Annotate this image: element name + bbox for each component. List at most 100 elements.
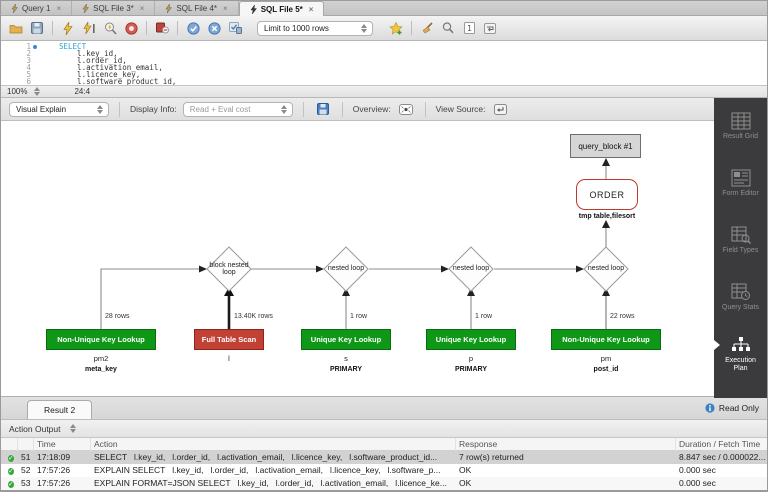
action-output-row[interactable]: ✓ 53 17:57:26 EXPLAIN FORMAT=JSON SELECT… [1,477,768,490]
table-key: post_id [594,366,619,373]
execute-statement-icon[interactable] [80,20,98,37]
table-node-pm2[interactable]: Non-Unique Key Lookup [46,329,156,350]
tab-sql-file-4[interactable]: SQL File 4* × [155,1,238,15]
word-wrap-icon[interactable] [481,20,499,37]
sidebar-item-execution-plan[interactable]: Execution Plan [714,326,767,383]
action-output-title: Action Output [9,424,61,434]
toolbar-separator [425,102,426,117]
col-id [18,438,34,451]
query-stats-icon [731,283,751,301]
order-node[interactable]: ORDER [576,179,638,210]
save-explain-icon[interactable] [314,101,332,117]
success-icon: ✓ [8,481,14,488]
action-output-select-icon[interactable] [69,423,78,434]
invisible-characters-icon[interactable]: 1 [460,20,478,37]
view-source-label: View Source: [436,104,486,114]
action-output-header: Time Action Response Duration / Fetch Ti… [1,438,768,451]
info-icon [705,403,715,413]
action-output-bar: Action Output [1,420,768,438]
explain-mode-select[interactable]: Visual Explain [9,102,109,117]
form-editor-icon [731,169,751,187]
tab-query-1[interactable]: Query 1 × [1,1,72,15]
row-id: 52 [18,464,34,477]
lightning-icon [11,4,18,13]
execute-script-icon[interactable] [59,20,77,37]
open-file-icon[interactable] [7,20,25,37]
action-output-row[interactable]: ✓ 51 17:18:09 SELECT l.key_id, l.order_i… [1,451,768,464]
line-number: 6 [1,78,31,85]
sidebar-item-form-editor[interactable]: Form Editor [714,155,767,212]
new-snippet-icon[interactable] [387,20,405,37]
row-action: EXPLAIN FORMAT=JSON SELECT l.key_id, l.o… [91,477,456,490]
active-panel-notch [714,340,720,350]
row-time: 17:57:26 [34,464,91,477]
row-count-label: 1 row [475,313,492,320]
table-node-pm[interactable]: Non-Unique Key Lookup [551,329,661,350]
tab-close-icon[interactable]: × [223,4,228,13]
row-response: 7 row(s) returned [456,451,676,464]
editor-line: 6 l.software_product_id, [1,78,767,85]
rollback-icon[interactable] [205,20,223,37]
visual-explain-toolbar: Visual Explain Display Info: Read + Eval… [1,98,716,121]
sidebar-item-query-stats[interactable]: Query Stats [714,269,767,326]
tab-close-icon[interactable]: × [56,4,61,13]
row-id: 53 [18,477,34,490]
table-node-p[interactable]: Unique Key Lookup [426,329,516,350]
join-label: nested loop [449,247,493,291]
table-alias: pm2 [94,354,109,363]
find-icon[interactable] [439,20,457,37]
overview-icon[interactable] [397,101,415,117]
toolbar-separator [303,102,304,117]
limit-rows-value: Limit to 1000 rows [264,24,329,33]
sql-editor-toolbar: Limit to 1000 rows 1 [1,16,767,41]
table-alias: l [228,354,230,363]
display-info-label: Display Info: [130,104,177,114]
display-info-select[interactable]: Read + Eval cost [183,102,293,117]
toolbar-separator [146,21,147,35]
select-stepper-icon [280,104,289,115]
table-key: meta_key [85,366,117,373]
limit-rows-select[interactable]: Limit to 1000 rows [257,21,373,36]
tab-close-icon[interactable]: × [140,4,145,13]
read-only-indicator: Read Only [705,403,759,413]
commit-icon[interactable] [184,20,202,37]
select-stepper-icon [360,23,369,34]
result-grid-icon [731,112,751,130]
row-count-label: 1 row [350,313,367,320]
query-block-node[interactable]: query_block #1 [570,134,641,158]
save-icon[interactable] [28,20,46,37]
table-node-l[interactable]: Full Table Scan [194,329,264,350]
tab-label: Query 1 [22,4,50,13]
tab-sql-file-3[interactable]: SQL File 3* × [72,1,155,15]
toolbar-separator [342,102,343,117]
stop-on-error-toggle-icon[interactable] [153,20,171,37]
table-alias: s [344,354,348,363]
stop-icon[interactable] [122,20,140,37]
row-action: SELECT l.key_id, l.order_id, l.activatio… [91,451,456,464]
row-duration: 8.847 sec / 0.000022... [676,451,768,464]
zoom-stepper-icon[interactable] [33,86,42,97]
tab-sql-file-5[interactable]: SQL File 5* × [239,1,325,16]
toolbar-separator [119,102,120,117]
statement-marker-icon [31,45,39,49]
sql-editor[interactable]: 1 SELECT 2 l.key_id, 3 l.order_id, 4 l.a… [1,41,767,85]
tab-close-icon[interactable]: × [309,5,314,14]
table-node-s[interactable]: Unique Key Lookup [301,329,391,350]
explain-query-icon[interactable] [101,20,119,37]
zoom-level: 100% [7,87,27,96]
result-tab[interactable]: Result 2 [27,400,92,419]
sidebar-item-result-grid[interactable]: Result Grid [714,98,767,155]
sidebar-item-field-types[interactable]: Field Types [714,212,767,269]
editor-status-bar: 100% 24:4 [1,85,767,98]
join-label: nested loop [584,247,628,291]
beautify-icon[interactable] [418,20,436,37]
action-output-row[interactable]: ✓ 52 17:57:26 EXPLAIN SELECT l.key_id, l… [1,464,768,477]
autocommit-toggle-icon[interactable] [226,20,244,37]
join-label: nested loop [324,247,368,291]
lightning-icon [82,4,89,13]
result-tab-bar: Result 2 Read Only [1,396,768,420]
explain-mode-value: Visual Explain [16,105,66,114]
view-source-icon[interactable] [492,101,510,117]
table-key: PRIMARY [330,366,362,373]
svg-text:1: 1 [466,24,471,33]
